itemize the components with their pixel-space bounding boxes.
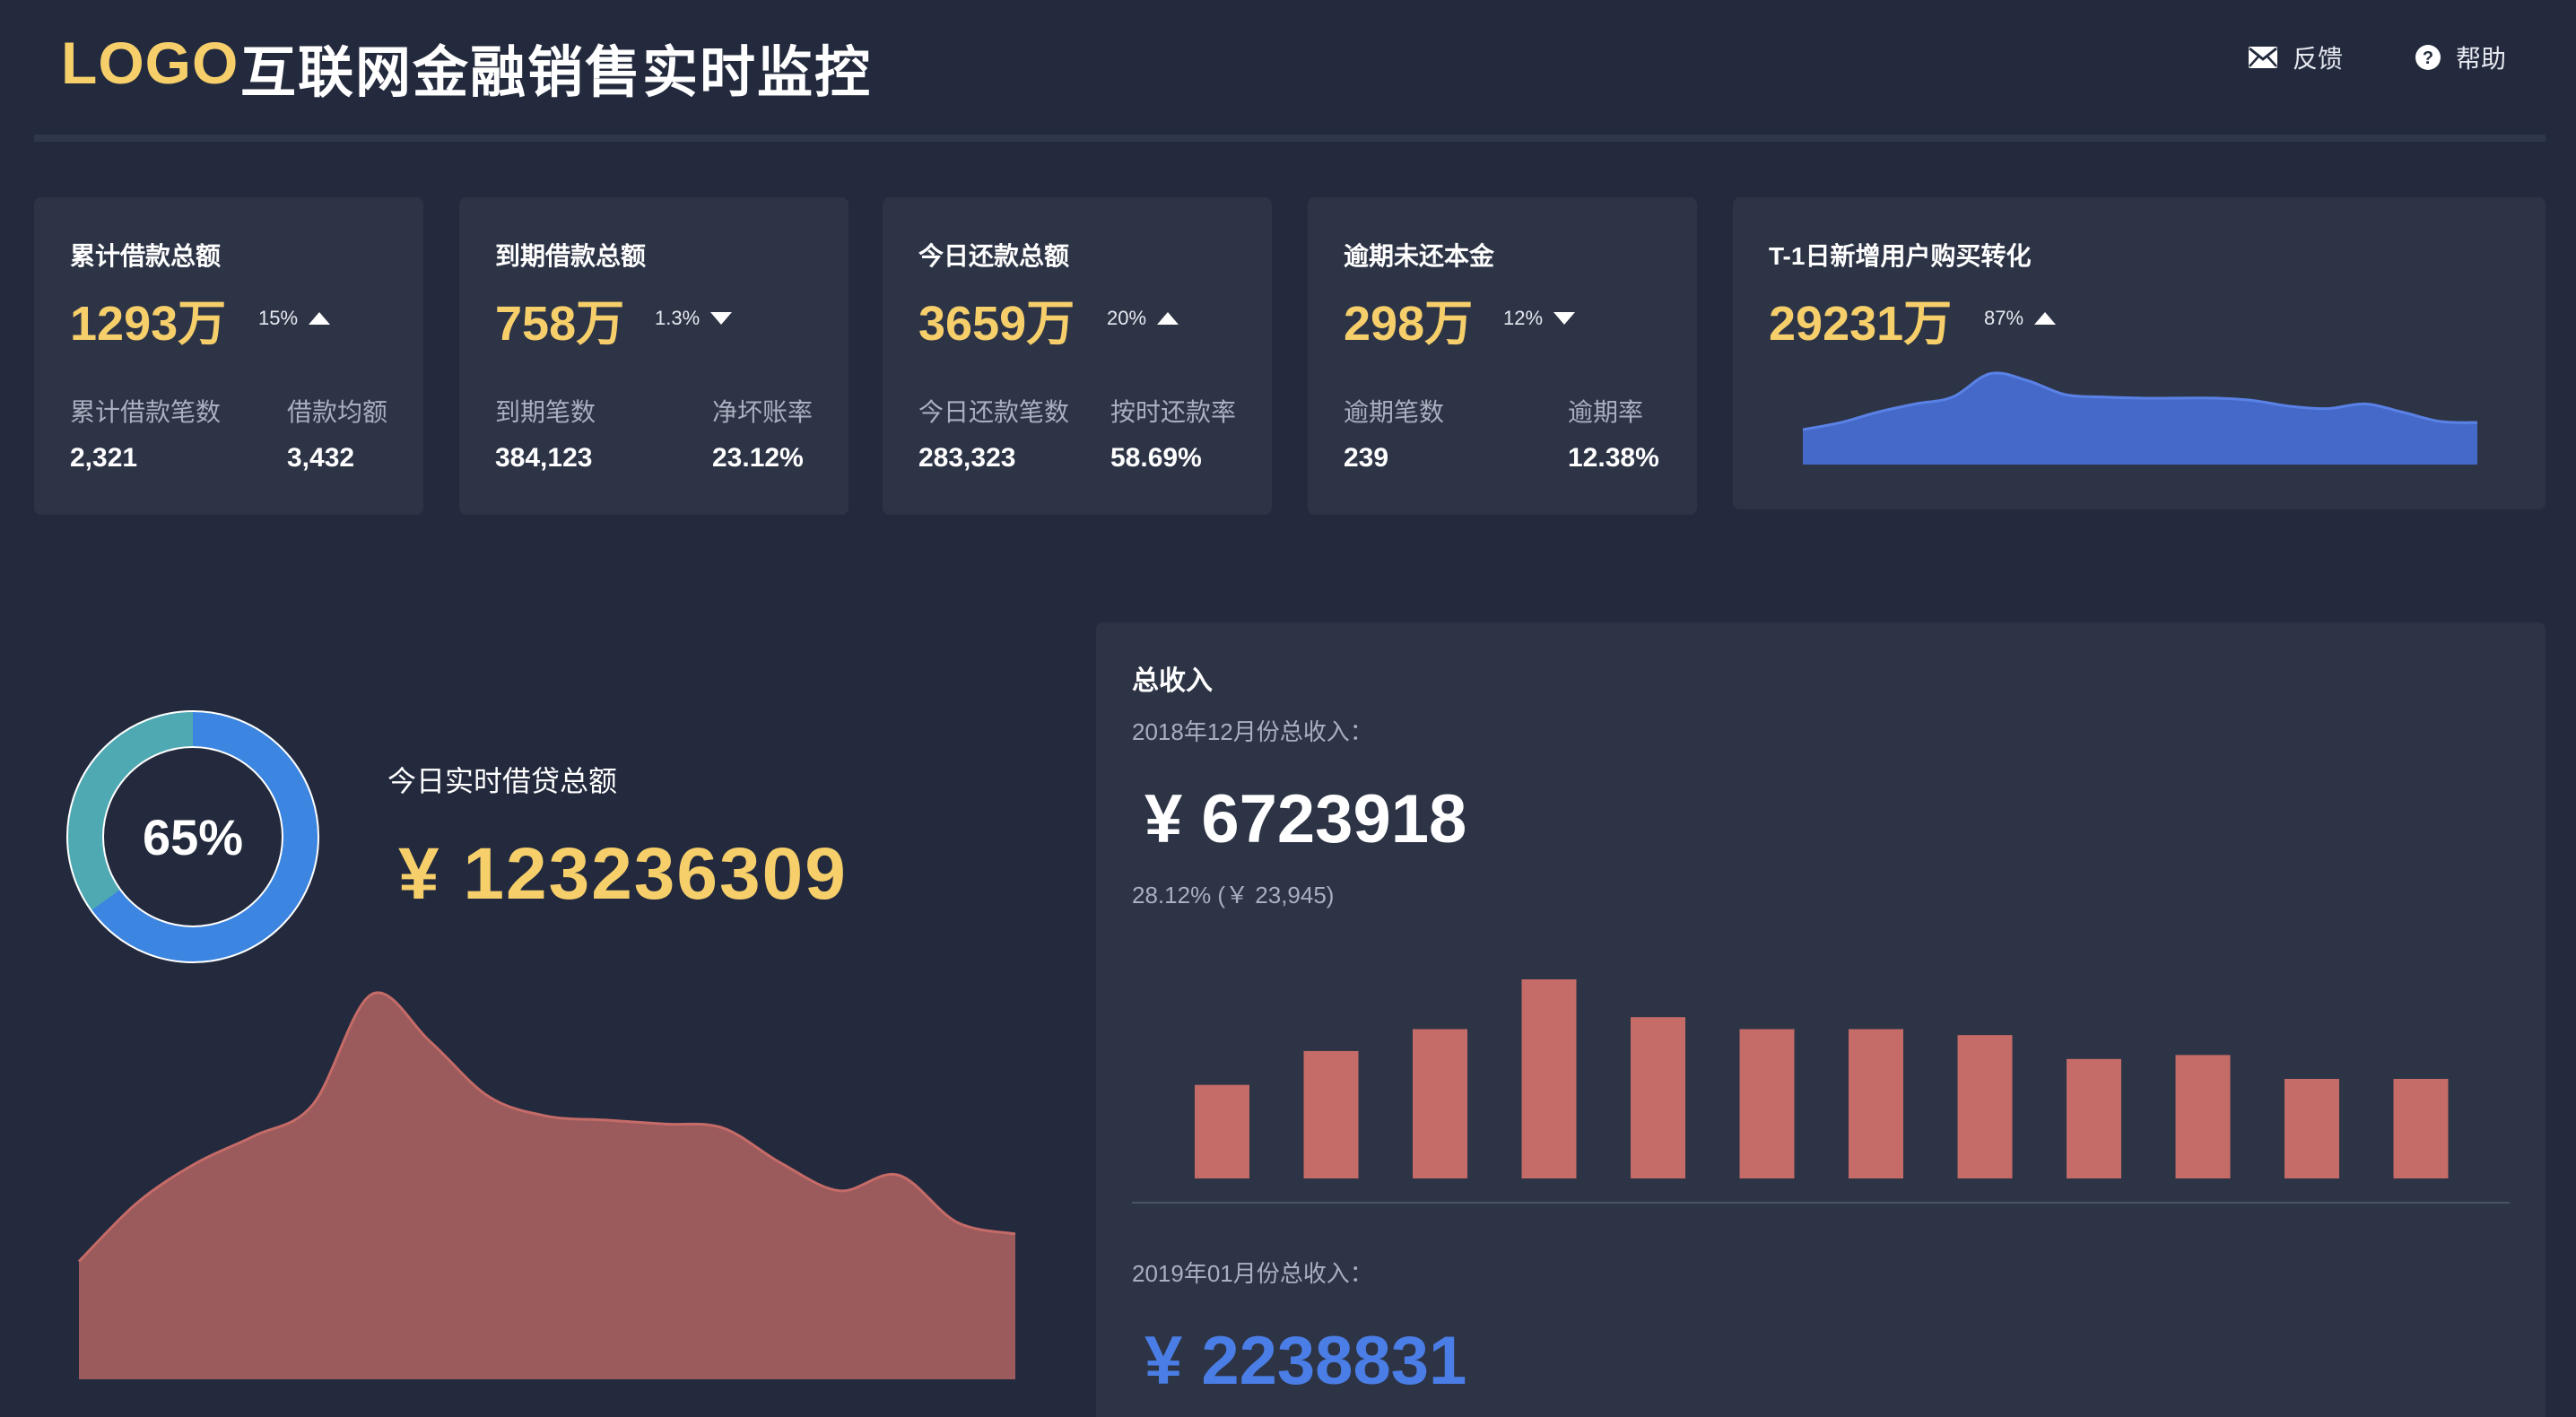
revenue-bar bbox=[1957, 1035, 2013, 1178]
kpi-sub-value: 283,323 bbox=[918, 443, 1016, 473]
kpi-sub-value: 239 bbox=[1344, 443, 1389, 473]
kpi-trend-percent: 15% bbox=[258, 307, 299, 329]
kpi-card-total-loans: 累计借款总额 1293万 15% 累计借款笔数 2,321 借款均额 3,432 bbox=[34, 197, 423, 515]
kpi-sub-label: 借款均额 bbox=[287, 398, 388, 426]
kpi-sub-value: 3,432 bbox=[287, 443, 355, 473]
revenue-bar-chart bbox=[1195, 979, 2449, 1178]
trend-up-icon bbox=[2034, 312, 2057, 325]
revenue-bar bbox=[1849, 1029, 1903, 1178]
revenue-bar bbox=[1521, 979, 1577, 1178]
donut-percent: 65% bbox=[142, 808, 244, 865]
trend-up-icon bbox=[309, 312, 331, 325]
svg-text:?: ? bbox=[2423, 48, 2433, 68]
kpi-trend-percent: 87% bbox=[1984, 307, 2024, 329]
page-title: 互联网金融销售实时监控 bbox=[240, 42, 873, 104]
sparkline-series-area bbox=[1803, 372, 2477, 465]
trend-down-icon bbox=[1553, 312, 1576, 325]
help-button[interactable]: ? 帮助 bbox=[2415, 39, 2506, 75]
feedback-label: 反馈 bbox=[2293, 45, 2344, 73]
header-divider bbox=[34, 135, 2546, 142]
kpi-trend-percent: 1.3% bbox=[655, 307, 701, 329]
kpi-label: 累计借款总额 bbox=[70, 242, 222, 270]
kpi-sub-label: 到期笔数 bbox=[495, 398, 596, 426]
kpi-sub-value: 2,321 bbox=[70, 443, 138, 473]
question-circle-icon: ? bbox=[2415, 45, 2441, 70]
kpi-value: 758万 bbox=[495, 297, 625, 351]
revenue-bar bbox=[1195, 1084, 1249, 1178]
header: LOGO 互联网金融销售实时监控 反馈 ? 帮助 bbox=[0, 0, 2576, 143]
kpi-sub-value: 12.38% bbox=[1568, 443, 1659, 473]
revenue-current-period: 2018年12月份总收入： bbox=[1132, 718, 1373, 745]
revenue-bar bbox=[1739, 1029, 1795, 1178]
kpi-label: 到期借款总额 bbox=[495, 242, 647, 270]
kpi-trend: 87% bbox=[1984, 307, 2057, 330]
kpi-sub-label: 净坏账率 bbox=[712, 398, 814, 426]
kpi-sub-label: 累计借款笔数 bbox=[70, 398, 222, 426]
revenue-bar bbox=[1631, 1017, 1685, 1178]
logo: LOGO bbox=[61, 30, 239, 96]
kpi-trend: 15% bbox=[258, 307, 331, 330]
kpi-sub-value: 384,123 bbox=[495, 443, 593, 473]
kpi-value: 29231万 bbox=[1769, 297, 1953, 351]
kpi-trend: 20% bbox=[1107, 307, 1179, 330]
kpi-label: 今日还款总额 bbox=[918, 242, 1070, 270]
kpi-sub-label: 逾期率 bbox=[1568, 398, 1644, 426]
mail-icon bbox=[2249, 47, 2277, 68]
kpi-sub-label: 逾期笔数 bbox=[1344, 398, 1445, 426]
sparkline-chart bbox=[1803, 371, 2477, 465]
revenue-bar bbox=[1303, 1050, 1359, 1178]
feedback-button[interactable]: 反馈 bbox=[2248, 39, 2343, 75]
kpi-label: 逾期未还本金 bbox=[1344, 242, 1495, 270]
revenue-next-period: 2019年01月份总收入： bbox=[1132, 1260, 1373, 1287]
kpi-card-overdue-principal: 逾期未还本金 298万 12% 逾期笔数 239 逾期率 12.38% bbox=[1308, 197, 1697, 515]
kpi-trend-percent: 20% bbox=[1107, 307, 1147, 329]
revenue-bar bbox=[2284, 1079, 2339, 1178]
revenue-growth: 28.12% (￥ 23,945) bbox=[1132, 882, 1335, 908]
dashboard: LOGO 互联网金融销售实时监控 反馈 ? 帮助 累计借款总额 1293万 15… bbox=[0, 0, 2576, 1417]
kpi-label: T-1日新增用户购买转化 bbox=[1769, 242, 2032, 270]
revenue-bar bbox=[2393, 1079, 2449, 1178]
revenue-current-amount: ¥ 6723918 bbox=[1144, 781, 1467, 857]
loan-series-area bbox=[79, 992, 1015, 1379]
loan-area-chart bbox=[77, 991, 1016, 1379]
kpi-value: 1293万 bbox=[70, 297, 227, 351]
kpi-card-due-loans: 到期借款总额 758万 1.3% 到期笔数 384,123 净坏账率 23.12… bbox=[459, 197, 849, 515]
revenue-bar bbox=[2175, 1055, 2231, 1178]
realtime-amount: ¥ 123236309 bbox=[398, 833, 848, 915]
kpi-sub-value: 23.12% bbox=[712, 443, 804, 473]
kpi-value: 298万 bbox=[1344, 297, 1474, 351]
kpi-sub-label: 按时还款率 bbox=[1110, 398, 1237, 426]
kpi-sub-label: 今日还款笔数 bbox=[918, 398, 1070, 426]
kpi-trend: 12% bbox=[1503, 307, 1576, 330]
revenue-divider bbox=[1132, 1202, 2510, 1204]
realtime-label: 今日实时借贷总额 bbox=[387, 765, 618, 797]
revenue-bar bbox=[1413, 1029, 1467, 1178]
kpi-value: 3659万 bbox=[918, 297, 1075, 351]
help-label: 帮助 bbox=[2456, 45, 2507, 73]
kpi-trend-percent: 12% bbox=[1503, 307, 1544, 329]
donut-chart: 65% bbox=[63, 707, 323, 967]
trend-up-icon bbox=[1157, 312, 1179, 325]
revenue-title: 总收入 bbox=[1132, 666, 1213, 696]
revenue-next-amount: ¥ 2238831 bbox=[1144, 1323, 1467, 1399]
kpi-card-today-repayment: 今日还款总额 3659万 20% 今日还款笔数 283,323 按时还款率 58… bbox=[883, 197, 1272, 515]
kpi-sub-value: 58.69% bbox=[1110, 443, 1202, 473]
kpi-card-new-user-conversion: T-1日新增用户购买转化 29231万 87% bbox=[1733, 197, 2546, 509]
revenue-panel: 总收入 2018年12月份总收入： ¥ 6723918 28.12% (￥ 23… bbox=[1096, 622, 2546, 1417]
trend-down-icon bbox=[710, 312, 733, 325]
kpi-trend: 1.3% bbox=[655, 307, 733, 330]
revenue-bar bbox=[2067, 1058, 2121, 1178]
